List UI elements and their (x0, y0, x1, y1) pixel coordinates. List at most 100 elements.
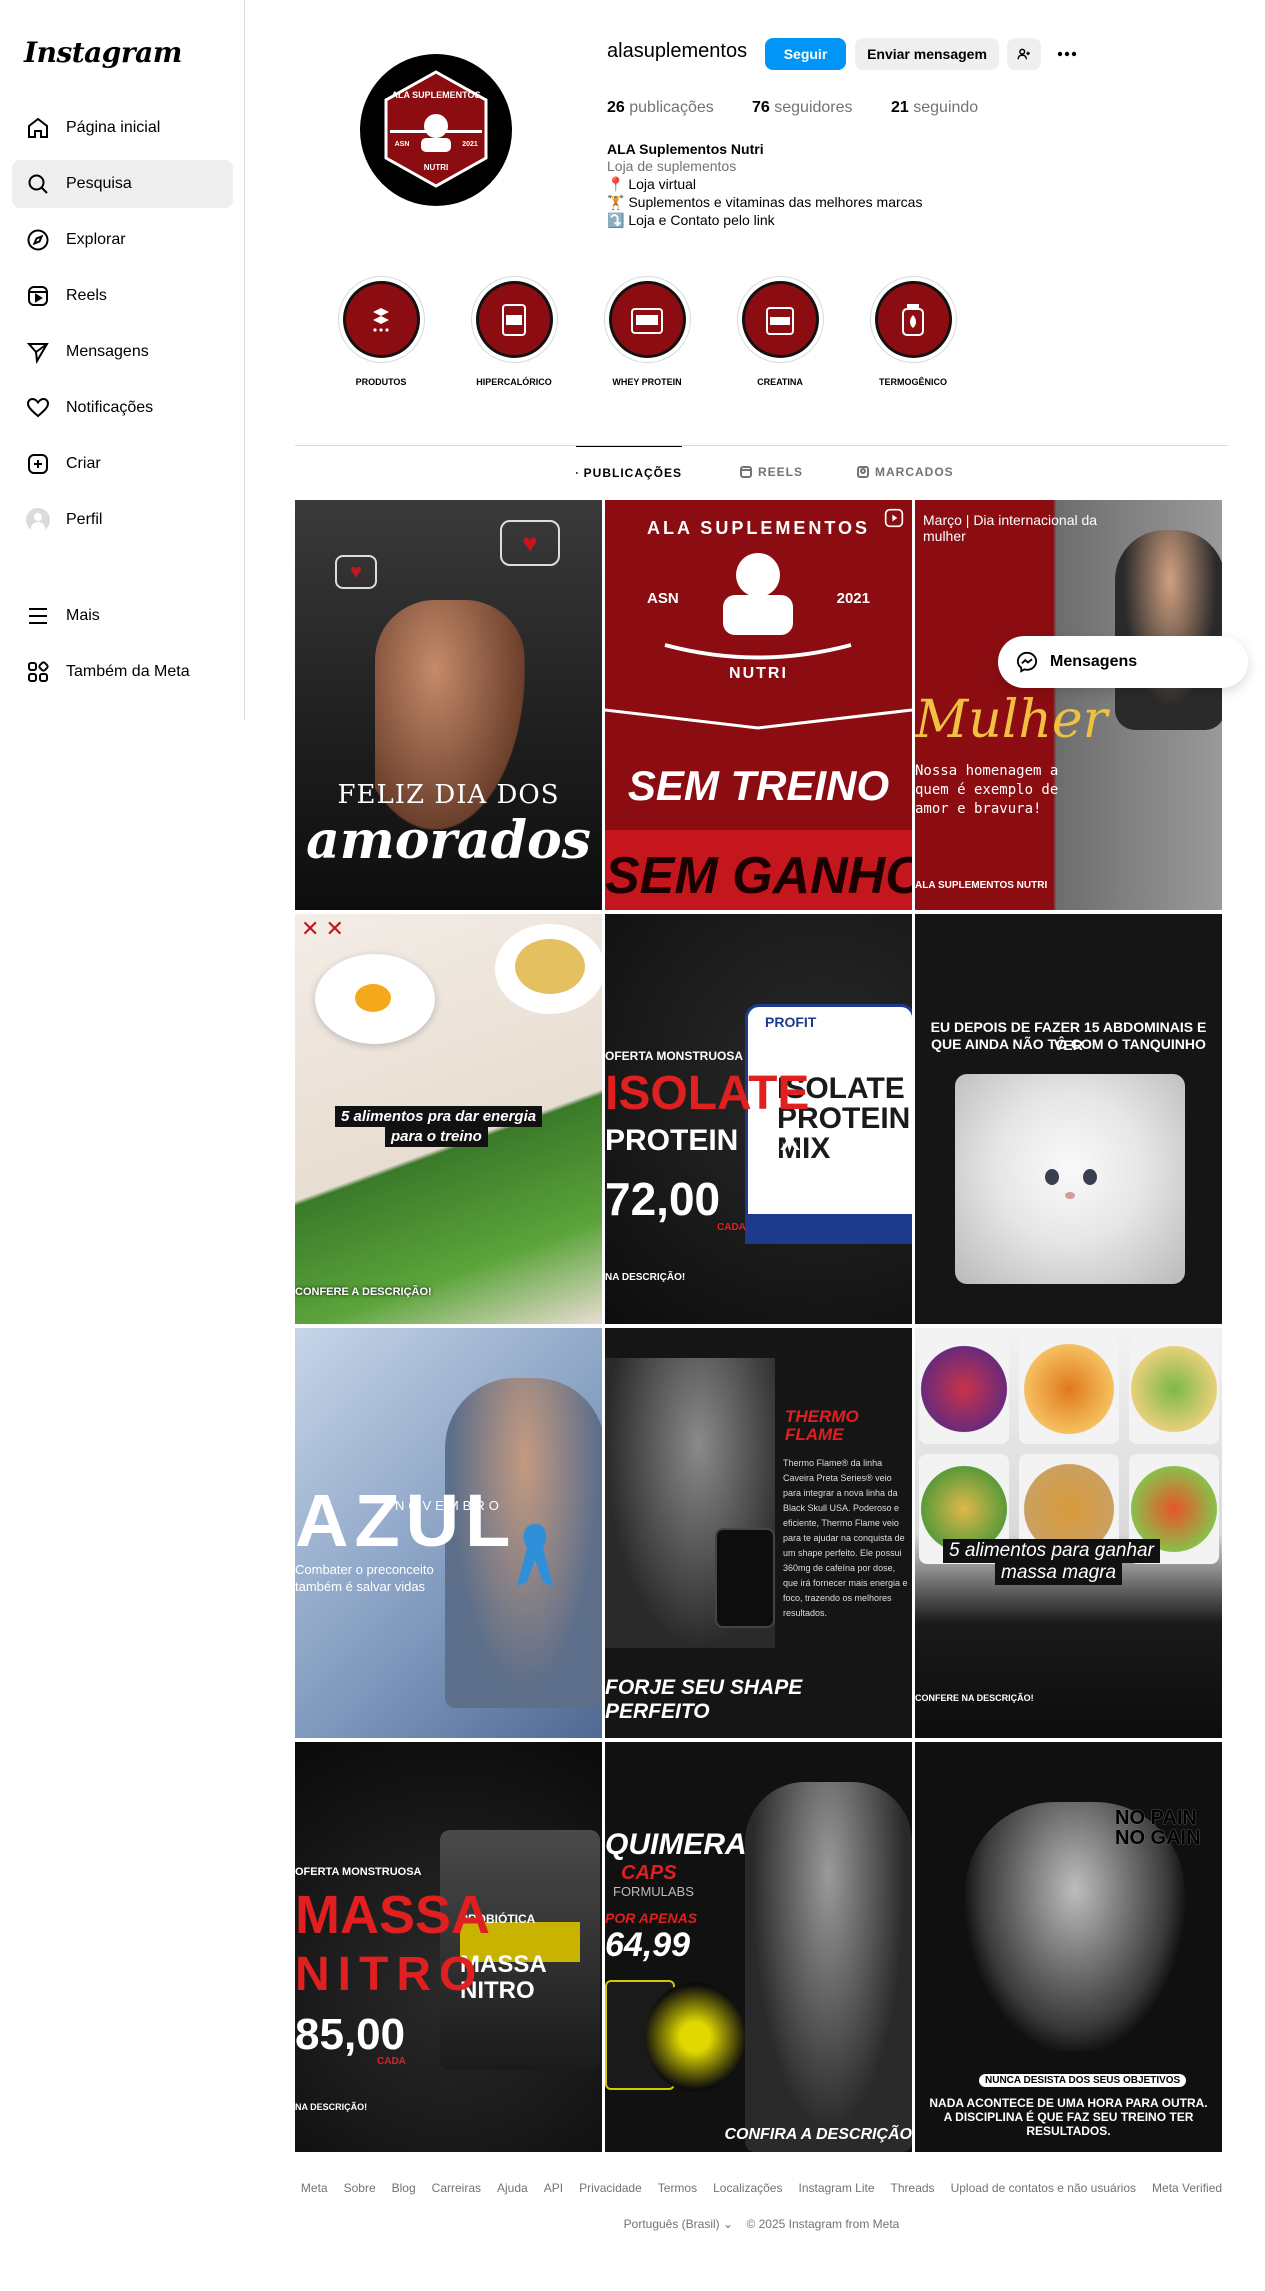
sidebar-item-more[interactable]: Mais (12, 592, 233, 640)
profile-username: alasuplementos (607, 40, 748, 62)
post-tile[interactable]: THERMO FLAME Thermo Flame® da linha Cave… (605, 1328, 912, 1738)
post-tile[interactable]: PROBIÓTICA MASSA NITRO OFERTA MONSTRUOSA… (295, 1742, 602, 2152)
post-text: AZUL (295, 1479, 517, 1562)
post-text: CAPS (621, 1862, 677, 1884)
post-text: 5 alimentos para ganhar (943, 1539, 1160, 1563)
post-tile[interactable]: ♥ ♥ FELIZ DIA DOS amorados (295, 500, 602, 910)
footer-link[interactable]: Threads (891, 2181, 935, 2195)
language-selector[interactable]: Português (Brasil) ⌄ (624, 2217, 733, 2231)
sidebar-item-messages[interactable]: Mensagens (12, 328, 233, 376)
post-text: CONFERE NA DESCRIÇÃO! (915, 1693, 1034, 1703)
footer-link[interactable]: Sobre (344, 2181, 376, 2195)
post-text: NUNCA DESISTA DOS SEUS OBJETIVOS (979, 2074, 1187, 2087)
highlight-hypercaloric[interactable]: HIPERCALÓRICO (464, 276, 564, 387)
footer-link[interactable]: Upload de contatos e não usuários (951, 2181, 1136, 2195)
highlight-whey-protein[interactable]: WHEY PROTEIN (597, 276, 697, 387)
footer-link[interactable]: Meta Verified (1152, 2181, 1222, 2195)
sidebar-item-notifications[interactable]: Notificações (12, 384, 233, 432)
post-tile[interactable]: EU DEPOIS DE FAZER 15 ABDOMINAIS E VER Q… (915, 914, 1222, 1324)
tab-tagged[interactable]: MARCADOS (857, 446, 954, 498)
messages-button[interactable]: Mensagens (998, 636, 1248, 688)
post-tile[interactable]: NO PAIN NO GAIN NUNCA DESISTA DOS SEUS O… (915, 1742, 1222, 2152)
post-tile[interactable]: PROFIT ISOLATE PROTEIN MIX OFERTA MONSTR… (605, 914, 912, 1324)
followers-count[interactable]: 76 seguidores (752, 99, 853, 117)
bio-line: ⤵️ Loja e Contato pelo link (607, 212, 775, 228)
post-text: massa magra (995, 1561, 1123, 1585)
highlight-label: PRODUTOS (355, 377, 407, 387)
direct-icon (24, 338, 52, 366)
sidebar-item-also-from-meta[interactable]: Também da Meta (12, 648, 233, 696)
post-tile[interactable]: ✕ ✕ 5 alimentos pra dar energia para o t… (295, 914, 602, 1324)
post-text: ALA SUPLEMENTOS (646, 518, 870, 538)
sidebar-item-search[interactable]: Pesquisa (12, 160, 233, 208)
footer-link[interactable]: Instagram Lite (798, 2181, 874, 2195)
logo-bottom-text: NUTRI (424, 163, 448, 172)
sidebar-item-label: Explorar (66, 231, 126, 248)
profile-avatar[interactable]: ALA SUPLEMENTOS ASN 2021 NUTRI (360, 54, 512, 206)
footer-link[interactable]: API (544, 2181, 563, 2195)
post-text: ALA SUPLEMENTOS NUTRI (915, 880, 1048, 891)
footer-link[interactable]: Privacidade (579, 2181, 642, 2195)
heart-icon (24, 394, 52, 422)
following-count[interactable]: 21 seguindo (891, 99, 978, 117)
highlight-label: TERMOGÊNICO (878, 377, 947, 387)
sidebar-item-label: Reels (66, 287, 107, 304)
post-text: Combater o preconceito (295, 1562, 434, 1577)
tagged-icon (857, 466, 869, 478)
footer-link[interactable]: Termos (658, 2181, 697, 2195)
search-icon (24, 170, 52, 198)
supplement-tub-icon (502, 303, 526, 336)
post-tile[interactable]: Março | Dia internacional da mulher Mulh… (915, 500, 1222, 910)
sidebar-item-profile[interactable]: Perfil (12, 496, 233, 544)
bio-category: Loja de suplementos (607, 158, 737, 174)
sidebar-item-create[interactable]: Criar (12, 440, 233, 488)
tab-posts[interactable]: PUBLICAÇÕES (576, 446, 682, 498)
post-text: Nossa homenagem a quem é exemplo de amor… (915, 763, 1059, 817)
post-text: NO GAIN (1115, 1827, 1201, 1849)
highlight-products[interactable]: PRODUTOS (331, 276, 431, 387)
suggested-users-button[interactable] (1007, 38, 1041, 70)
post-text: FELIZ DIA DOS (337, 780, 560, 810)
sidebar-item-explore[interactable]: Explorar (12, 216, 233, 264)
post-tile[interactable]: 5 alimentos para ganhar massa magra CONF… (915, 1328, 1222, 1738)
sidebar-item-label: Pesquisa (66, 175, 132, 192)
footer-link[interactable]: Carreiras (432, 2181, 481, 2195)
footer-link[interactable]: Blog (392, 2181, 416, 2195)
send-message-button[interactable]: Enviar mensagem (855, 38, 999, 70)
post-tile[interactable]: AZUL NOVEMBRO Combater o preconceito tam… (295, 1328, 602, 1738)
sidebar-item-label: Mensagens (66, 343, 149, 360)
tab-label: PUBLICAÇÕES (583, 465, 682, 480)
instagram-logo[interactable]: Instagram (24, 36, 182, 69)
post-text: PERFEITO (605, 1700, 710, 1723)
chevron-down-icon: ⌄ (723, 2217, 734, 2231)
post-text: Thermo Flame® da linha Caveira Preta Ser… (783, 1458, 908, 1618)
post-text: para o treino (385, 1126, 488, 1147)
post-text: FORMULABS (613, 1884, 694, 1899)
sidebar-item-home[interactable]: Página inicial (12, 104, 233, 152)
follow-button[interactable]: Seguir (765, 38, 846, 70)
avatar (24, 506, 52, 534)
post-text: CONFERE A DESCRIÇÃO! (295, 1286, 432, 1298)
bio-line: 🏋 Suplementos e vitaminas das melhores m… (607, 194, 923, 210)
highlight-creatine[interactable]: CREATINA (730, 276, 830, 387)
menu-icon (24, 602, 52, 630)
post-text: QUIMERA (605, 1828, 747, 1861)
sidebar-item-reels[interactable]: Reels (12, 272, 233, 320)
post-tile[interactable]: ALA SUPLEMENTOS ASN 2021 NUTRI SEM TREIN… (605, 500, 912, 910)
highlight-thermogenic[interactable]: TERMOGÊNICO (863, 276, 963, 387)
tab-label: REELS (758, 465, 804, 479)
footer-link[interactable]: Meta (301, 2181, 328, 2195)
post-text: PROFIT (765, 1014, 817, 1030)
post-text: POR APENAS (605, 1910, 698, 1926)
highlight-label: HIPERCALÓRICO (476, 377, 552, 387)
post-text: Mulher (915, 690, 1108, 750)
footer-link[interactable]: Localizações (713, 2181, 782, 2195)
post-text: 85,00 (295, 2010, 406, 2059)
post-tile[interactable]: QUIMERA CAPS FORMULABS POR APENAS 64,99 … (605, 1742, 912, 2152)
more-options-button[interactable] (1051, 38, 1083, 70)
footer-link[interactable]: Ajuda (497, 2181, 528, 2195)
meta-apps-icon (24, 658, 52, 686)
tab-reels[interactable]: REELS (740, 446, 803, 498)
post-text: RESULTADOS. (1026, 2124, 1111, 2138)
highlight-label: CREATINA (757, 377, 803, 387)
